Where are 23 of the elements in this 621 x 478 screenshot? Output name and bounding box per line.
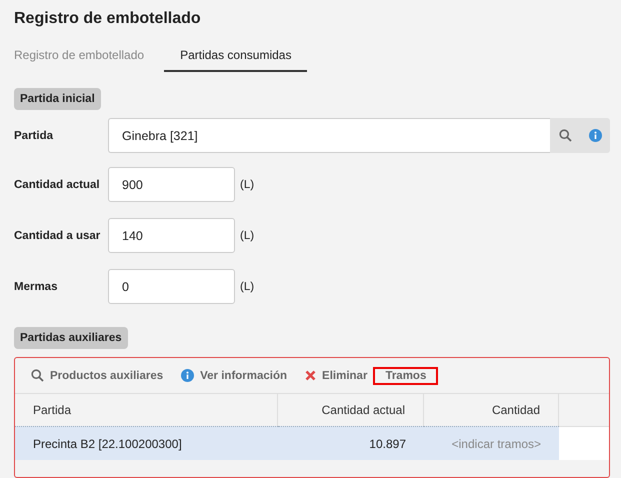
info-icon — [181, 369, 194, 382]
quantity-field[interactable]: 0 — [108, 269, 235, 304]
info-icon — [588, 129, 602, 142]
section-heading: Partida inicial — [14, 88, 101, 110]
field-label: Mermas — [14, 280, 58, 292]
lookup-field[interactable]: Ginebra [321] — [108, 118, 550, 153]
section-heading: Partidas auxiliares — [14, 327, 128, 349]
unit-label: (L) — [240, 280, 254, 292]
field-label: Cantidad a usar — [14, 230, 102, 242]
quantity-field[interactable]: 140 — [108, 218, 235, 253]
tab[interactable]: Partidas consumidas — [164, 42, 308, 72]
close-icon — [305, 370, 316, 381]
unit-label: (L) — [240, 230, 254, 242]
search-icon — [558, 129, 572, 142]
unit-label: (L) — [240, 178, 254, 190]
quantity-field[interactable]: 900 — [108, 167, 235, 202]
field-label: Cantidad actual — [14, 178, 101, 190]
table-cell[interactable]: 10.897 — [278, 426, 424, 460]
page-title: Registro de embotellado — [14, 10, 202, 28]
field-label: Partida — [14, 130, 54, 142]
search-icon — [31, 369, 44, 382]
table-cell[interactable]: Precinta B2 [22.100200300] — [15, 426, 278, 460]
toolbar-button[interactable]: Tramos — [373, 366, 438, 384]
